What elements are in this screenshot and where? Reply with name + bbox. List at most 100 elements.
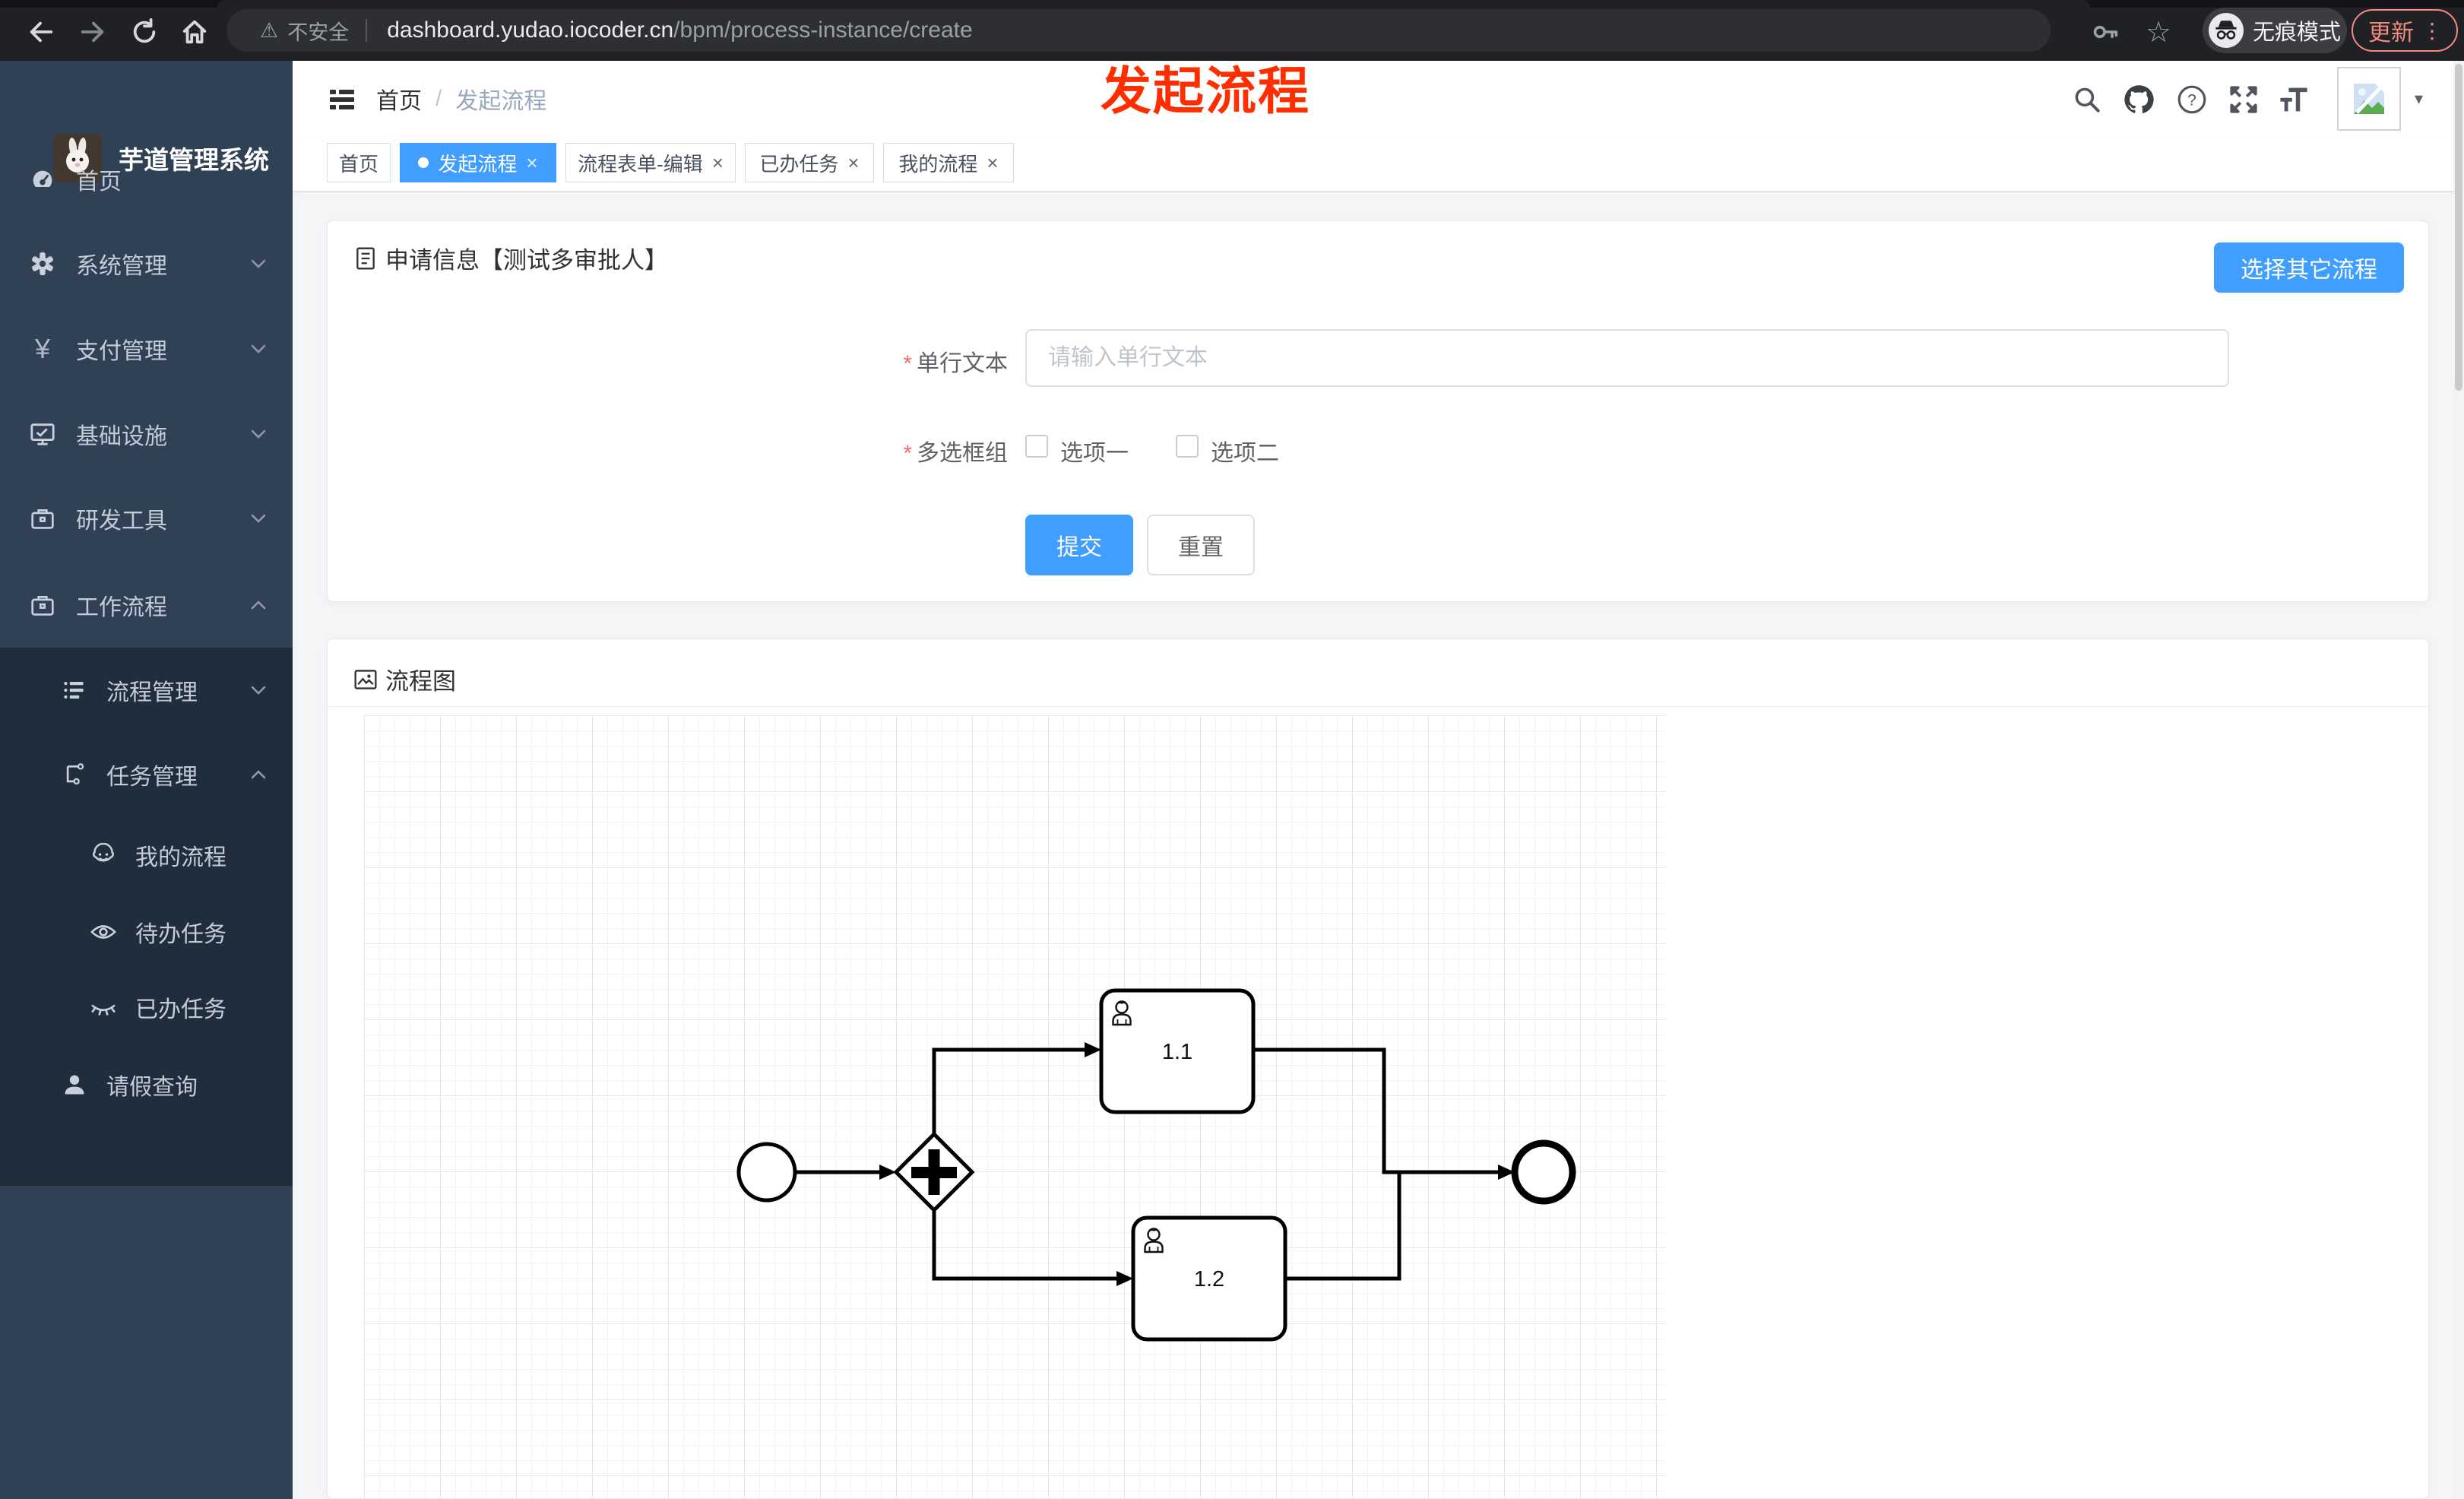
sidebar-fold-icon[interactable] (325, 82, 359, 117)
home-icon[interactable] (175, 12, 214, 52)
sidebar-item-done-tasks[interactable]: 已办任务 (0, 969, 293, 1045)
bpmn-end-event[interactable] (1511, 1139, 1576, 1205)
kebab-menu-icon[interactable]: ⋮ (2421, 18, 2444, 43)
list-icon (61, 677, 88, 704)
briefcase-icon (29, 505, 56, 532)
checkbox-option-1[interactable] (1025, 435, 1048, 458)
reload-icon[interactable] (125, 12, 164, 52)
reset-button[interactable]: 重置 (1147, 515, 1255, 575)
update-menu-button[interactable]: 更新 ⋮ (2352, 9, 2458, 52)
scrollbar-thumb[interactable] (2455, 64, 2462, 391)
breadcrumb-separator: / (435, 86, 442, 111)
tab-done-tasks[interactable]: 已办任务 × (745, 143, 874, 182)
back-icon[interactable] (21, 12, 61, 52)
url-divider (366, 19, 368, 42)
gear-icon (29, 250, 56, 277)
chevron-down-icon (248, 338, 269, 360)
process-diagram-card: 流程图 1.1 1.2 (327, 639, 2430, 1499)
tree-icon (61, 761, 88, 788)
bookmark-star-icon[interactable]: ☆ (2139, 12, 2178, 52)
person-icon (61, 1071, 88, 1098)
tag-view-bar: 首页 发起流程 × 流程表单-编辑 × 已办任务 × 我的流程 × (293, 137, 2464, 192)
choose-other-process-button[interactable]: 选择其它流程 (2214, 242, 2404, 293)
breadcrumb: 首页 / 发起流程 (376, 61, 546, 137)
chevron-up-icon (248, 764, 269, 785)
chevron-down-icon (248, 508, 269, 529)
checkbox-label-2[interactable]: 选项二 (1211, 434, 1279, 467)
svg-text:1.2: 1.2 (1194, 1267, 1224, 1291)
card-title: 申请信息【测试多审批人】 (353, 241, 668, 275)
annotation-text: 发起流程 (1101, 63, 1310, 120)
font-size-icon[interactable] (2276, 82, 2311, 117)
sidebar: 芋道管理系统 首页 系统管理 ¥ 支付管理 基础设施 研发工具 工作流程 流程管… (0, 61, 293, 1499)
incognito-badge: 无痕模式 (2203, 8, 2347, 53)
help-icon[interactable]: ? (2174, 82, 2209, 117)
breadcrumb-home[interactable]: 首页 (376, 82, 422, 116)
tab-home[interactable]: 首页 (327, 143, 391, 182)
tab-my-process[interactable]: 我的流程 × (883, 143, 1014, 182)
bpmn-user-task-1-2[interactable]: 1.2 (1131, 1215, 1287, 1342)
search-icon[interactable] (2070, 82, 2105, 117)
sidebar-item-system[interactable]: 系统管理 (0, 226, 293, 302)
broken-image-icon (2354, 84, 2384, 114)
document-icon (356, 247, 375, 269)
sidebar-item-leave-query[interactable]: 请假查询 (0, 1047, 293, 1123)
sidebar-item-workflow[interactable]: 工作流程 (0, 567, 293, 643)
yen-icon: ¥ (34, 333, 51, 364)
sidebar-item-todo-tasks[interactable]: 待办任务 (0, 894, 293, 970)
github-icon[interactable] (2121, 82, 2156, 117)
monitor-icon (29, 420, 56, 448)
face-icon (90, 841, 117, 869)
field-label-checkbox-group: * 多选框组 (903, 441, 1008, 466)
password-key-icon[interactable] (2086, 12, 2125, 52)
sidebar-item-home[interactable]: 首页 (0, 141, 293, 217)
bpmn-diagram[interactable]: 1.1 1.2 (328, 706, 2430, 1499)
page-header: 首页 / 发起流程 ? ▾ (293, 61, 2464, 137)
warning-icon: ⚠ (260, 18, 279, 42)
dashboard-icon (29, 166, 56, 193)
browser-active-tab-top[interactable] (217, 0, 2090, 8)
tab-create-process[interactable]: 发起流程 × (400, 143, 556, 182)
svg-text:1.1: 1.1 (1162, 1040, 1192, 1064)
checkbox-label-1[interactable]: 选项一 (1060, 434, 1129, 467)
required-asterisk: * (903, 441, 912, 466)
field-label-text: * 单行文本 (903, 351, 1008, 376)
eye-icon (90, 918, 117, 946)
bpmn-user-task-1-1[interactable]: 1.1 (1099, 988, 1256, 1114)
svg-text:?: ? (2187, 91, 2196, 109)
url-bar[interactable]: ⚠ 不安全 dashboard.yudao.iocoder.cn/bpm/pro… (226, 9, 2051, 52)
briefcase-icon (29, 591, 56, 619)
url-host: dashboard.yudao.iocoder.cn (387, 17, 674, 43)
bpmn-start-event[interactable] (736, 1142, 797, 1203)
checkbox-option-2[interactable] (1176, 435, 1199, 458)
chevron-down-icon (248, 680, 269, 701)
sidebar-item-process-mgmt[interactable]: 流程管理 (0, 652, 293, 728)
update-label[interactable]: 更新 (2368, 14, 2414, 47)
avatar[interactable] (2337, 67, 2401, 131)
sidebar-item-devtools[interactable]: 研发工具 (0, 480, 293, 556)
bpmn-parallel-gateway[interactable] (893, 1131, 975, 1213)
close-icon[interactable]: × (847, 151, 859, 175)
forward-icon[interactable] (73, 12, 112, 52)
single-line-text-input[interactable] (1025, 329, 2229, 387)
sidebar-item-infrastructure[interactable]: 基础设施 (0, 396, 293, 472)
caret-down-icon[interactable]: ▾ (2415, 61, 2423, 137)
sidebar-item-task-mgmt[interactable]: 任务管理 (0, 737, 293, 813)
apply-info-card: 申请信息【测试多审批人】 选择其它流程 *单行文本 *多选框组 选项一 选项二 … (327, 220, 2429, 602)
fullscreen-icon[interactable] (2226, 82, 2261, 117)
close-icon[interactable]: × (712, 151, 724, 175)
close-icon[interactable]: × (526, 151, 537, 175)
breadcrumb-current: 发起流程 (455, 89, 547, 114)
tab-form-edit[interactable]: 流程表单-编辑 × (565, 143, 736, 182)
url-path: /bpm/process-instance/create (673, 17, 973, 43)
chevron-up-icon (248, 594, 269, 616)
incognito-icon (2209, 13, 2244, 48)
eye-closed-icon (90, 994, 117, 1021)
screen: ⚠ 不安全 dashboard.yudao.iocoder.cn/bpm/pro… (0, 0, 2464, 1499)
submit-button[interactable]: 提交 (1025, 515, 1133, 575)
sidebar-item-payment[interactable]: ¥ 支付管理 (0, 311, 293, 387)
active-tab-dot (418, 157, 429, 168)
close-icon[interactable]: × (987, 151, 998, 175)
security-label[interactable]: 不安全 (287, 16, 349, 46)
sidebar-item-my-process[interactable]: 我的流程 (0, 817, 293, 893)
